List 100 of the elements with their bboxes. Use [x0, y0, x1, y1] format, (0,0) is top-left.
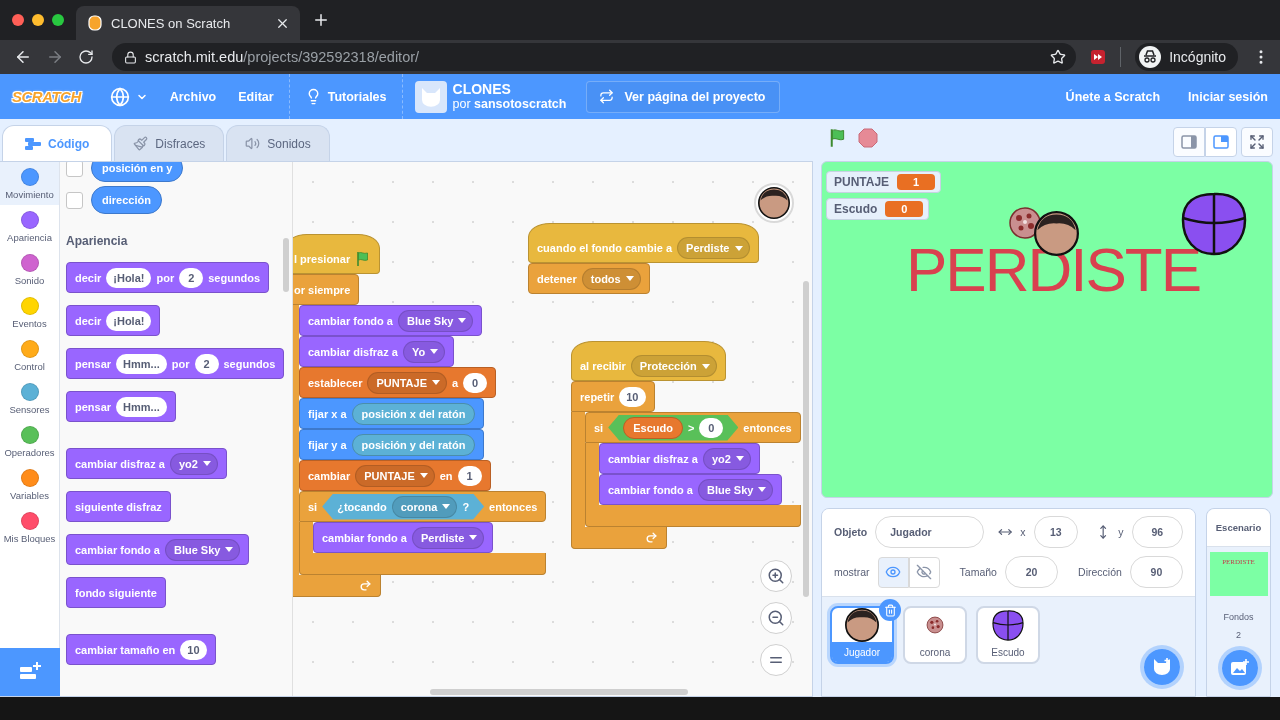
scrollbar[interactable]: [803, 281, 809, 597]
stage-size-button[interactable]: [1205, 127, 1237, 157]
code-block[interactable]: fijar x a posición x del ratón: [299, 398, 485, 429]
code-block[interactable]: siguiente disfraz: [66, 491, 171, 522]
category-item[interactable]: Sonido: [0, 248, 59, 291]
category-item[interactable]: Sensores: [0, 377, 59, 420]
category-item[interactable]: Operadores: [0, 420, 59, 463]
zoom-out-button[interactable]: [760, 602, 792, 634]
add-sprite-button[interactable]: [1140, 645, 1184, 689]
block-input[interactable]: 0: [463, 372, 488, 393]
c-block-top[interactable]: repetir 10: [571, 381, 655, 412]
category-item[interactable]: Control: [0, 334, 59, 377]
checkbox[interactable]: [66, 191, 83, 209]
code-block[interactable]: cambiar disfraz a Yo: [299, 336, 455, 367]
code-block[interactable]: cambiar disfraz a yo2: [599, 443, 760, 474]
code-block[interactable]: cambiar tamaño en 10: [66, 634, 216, 665]
category-item[interactable]: Movimiento: [0, 162, 59, 205]
code-block[interactable]: pensar Hmm... por 2 segundos: [66, 348, 285, 379]
code-block[interactable]: cambiar fondo a Blue Sky: [299, 305, 483, 336]
block-input[interactable]: 0: [699, 417, 724, 438]
code-block[interactable]: fondo siguiente: [66, 577, 166, 608]
block-dropdown[interactable]: Yo: [402, 340, 446, 363]
sprite-name-field[interactable]: Jugador: [875, 516, 985, 549]
menu-item[interactable]: Editar: [227, 89, 285, 104]
hat-block[interactable]: cuando el fondo cambie a Perdiste: [528, 223, 759, 263]
block-dropdown[interactable]: PUNTAJE: [355, 464, 435, 487]
block-input[interactable]: Hmm...: [116, 396, 167, 417]
delete-button[interactable]: [879, 599, 901, 622]
category-item[interactable]: Eventos: [0, 291, 59, 334]
scrollbar[interactable]: [430, 689, 688, 695]
zoom-in-button[interactable]: [760, 560, 792, 592]
y-field[interactable]: 96: [1131, 516, 1183, 549]
fullscreen-button[interactable]: [1241, 127, 1273, 157]
block-dropdown[interactable]: yo2: [169, 452, 218, 475]
stage-size-button[interactable]: [1173, 127, 1205, 157]
browser-tab[interactable]: CLONES on Scratch: [76, 6, 300, 40]
block-dropdown[interactable]: Blue Sky: [397, 309, 474, 332]
reporter-block[interactable]: posición y del ratón: [351, 433, 476, 456]
category-item[interactable]: Variables: [0, 463, 59, 506]
reload-icon[interactable]: [78, 49, 94, 65]
block-dropdown[interactable]: Blue Sky: [697, 478, 774, 501]
code-block[interactable]: pensar Hmm...: [66, 391, 176, 422]
code-block[interactable]: cambiar disfraz a yo2: [66, 448, 227, 479]
window-minimize-button[interactable]: [32, 14, 44, 26]
size-field[interactable]: 20: [1004, 556, 1059, 589]
block-input[interactable]: 1: [457, 465, 482, 486]
boolean-block[interactable]: Escudo > 0: [608, 414, 739, 441]
block-input[interactable]: 10: [180, 639, 207, 660]
code-block[interactable]: cambiar PUNTAJE en 1: [299, 460, 491, 491]
category-item[interactable]: Mis Bloques: [0, 506, 59, 549]
sprite-tile[interactable]: corona: [903, 606, 967, 665]
code-block[interactable]: cambiar fondo a Perdiste: [313, 522, 494, 553]
join-link[interactable]: Únete a Scratch: [1065, 89, 1161, 104]
code-block[interactable]: decir ¡Hola!: [66, 305, 161, 336]
code-block[interactable]: cambiar fondo a Blue Sky: [599, 474, 783, 505]
block-dropdown[interactable]: yo2: [702, 447, 751, 470]
reporter-block[interactable]: posición x del ratón: [351, 402, 476, 425]
block-dropdown[interactable]: Blue Sky: [164, 538, 241, 561]
block-dropdown[interactable]: todos: [581, 267, 641, 290]
direction-field[interactable]: 90: [1129, 556, 1183, 589]
sign-in-link[interactable]: Iniciar sesión: [1188, 89, 1268, 104]
x-field[interactable]: 13: [1033, 516, 1078, 549]
reporter-block[interactable]: dirección: [91, 186, 162, 214]
block-input[interactable]: ¡Hola!: [106, 310, 152, 331]
block-dropdown[interactable]: Perdiste: [677, 237, 750, 259]
scrollbar[interactable]: [283, 238, 289, 292]
code-block[interactable]: establecer PUNTAJE a 0: [299, 367, 497, 398]
category-item[interactable]: Apariencia: [0, 205, 59, 248]
code-block[interactable]: decir ¡Hola! por 2 segundos: [66, 262, 270, 293]
block-input[interactable]: ¡Hola!: [106, 267, 152, 288]
editor-tab[interactable]: Sonidos: [226, 125, 330, 161]
new-tab-icon[interactable]: [312, 11, 330, 29]
sprite-tile[interactable]: Escudo: [976, 606, 1040, 665]
stop-button[interactable]: [857, 127, 879, 149]
block-input[interactable]: 2: [194, 353, 219, 374]
hide-button[interactable]: [908, 556, 940, 588]
bookmark-star-icon[interactable]: [1050, 49, 1067, 65]
window-close-button[interactable]: [12, 14, 24, 26]
hat-block[interactable]: al recibir Protección: [571, 341, 726, 381]
block-dropdown[interactable]: Perdiste: [411, 526, 485, 549]
block-dropdown[interactable]: PUNTAJE: [367, 371, 447, 394]
block-dropdown[interactable]: Protección: [630, 355, 717, 377]
c-block-top[interactable]: si ¿tocando corona ? entonces: [299, 491, 547, 522]
extension-icon[interactable]: [1090, 49, 1107, 65]
zoom-reset-button[interactable]: [760, 644, 792, 676]
reporter-block[interactable]: Escudo: [623, 416, 683, 439]
add-backdrop-button[interactable]: [1218, 646, 1262, 690]
show-button[interactable]: [877, 556, 909, 588]
block-input[interactable]: Hmm...: [116, 353, 167, 374]
boolean-block[interactable]: ¿tocando corona ?: [322, 493, 485, 520]
reporter-block[interactable]: posición en y: [91, 162, 184, 182]
checkbox[interactable]: [66, 162, 83, 177]
back-icon[interactable]: [14, 48, 32, 66]
block-input[interactable]: 10: [619, 386, 646, 407]
c-block-top[interactable]: si Escudo > 0 entonces: [585, 412, 801, 443]
code-block[interactable]: detener todos: [528, 263, 650, 294]
address-bar[interactable]: scratch.mit.edu/projects/392592318/editor/: [112, 43, 1077, 71]
profile-button[interactable]: Incógnito: [1135, 43, 1238, 71]
code-block[interactable]: cambiar fondo a Blue Sky: [66, 534, 250, 565]
window-maximize-button[interactable]: [52, 14, 64, 26]
